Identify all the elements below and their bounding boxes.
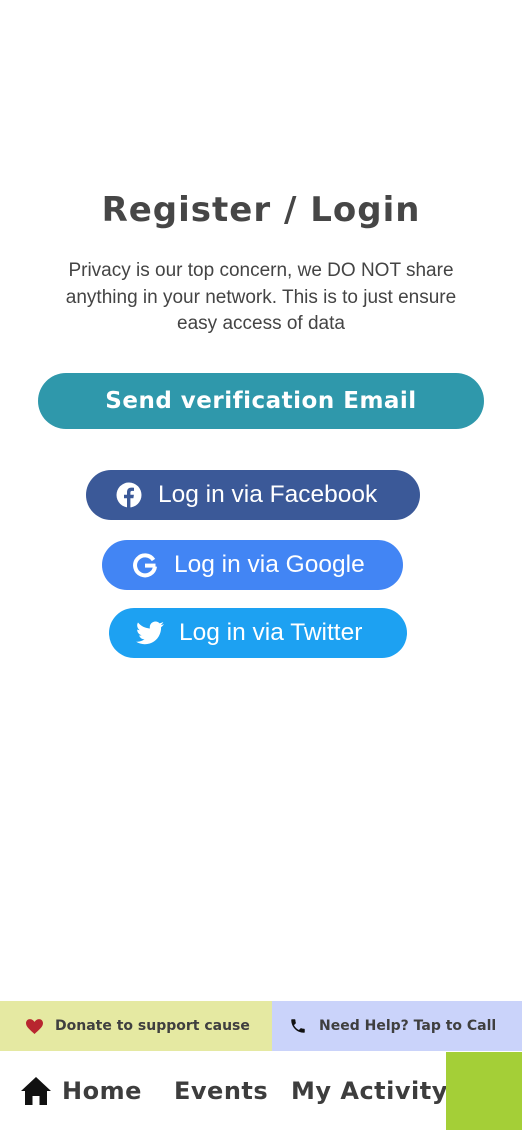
phone-icon bbox=[289, 1017, 307, 1035]
donate-label: Donate to support cause bbox=[55, 1018, 250, 1034]
twitter-login-button[interactable]: Log in via Twitter bbox=[109, 608, 407, 658]
send-verification-email-button[interactable]: Send verification Email bbox=[38, 373, 484, 429]
nav-events[interactable]: Events bbox=[174, 1051, 268, 1130]
help-call-button[interactable]: Need Help? Tap to Call bbox=[272, 1001, 522, 1051]
nav-home-label: Home bbox=[62, 1076, 142, 1105]
page-title: Register / Login bbox=[101, 190, 421, 230]
support-bar: Donate to support cause Need Help? Tap t… bbox=[0, 1001, 522, 1051]
heart-icon bbox=[26, 1018, 43, 1034]
facebook-icon bbox=[114, 480, 144, 510]
home-icon bbox=[20, 1076, 52, 1106]
privacy-note: Privacy is our top concern, we DO NOT sh… bbox=[65, 260, 457, 334]
google-login-label: Log in via Google bbox=[174, 551, 365, 578]
bottom-nav: Home Events My Activity bbox=[0, 1051, 522, 1130]
donate-button[interactable]: Donate to support cause bbox=[0, 1001, 272, 1051]
twitter-login-label: Log in via Twitter bbox=[179, 619, 363, 646]
google-login-button[interactable]: Log in via Google bbox=[102, 540, 403, 590]
nav-home[interactable]: Home bbox=[20, 1051, 142, 1130]
twitter-icon bbox=[135, 618, 165, 648]
nav-menu-tile[interactable] bbox=[446, 1052, 522, 1130]
facebook-login-label: Log in via Facebook bbox=[158, 481, 378, 508]
nav-my-activity[interactable]: My Activity bbox=[291, 1051, 448, 1130]
facebook-login-button[interactable]: Log in via Facebook bbox=[86, 470, 420, 520]
help-label: Need Help? Tap to Call bbox=[319, 1018, 497, 1034]
google-icon bbox=[130, 550, 160, 580]
